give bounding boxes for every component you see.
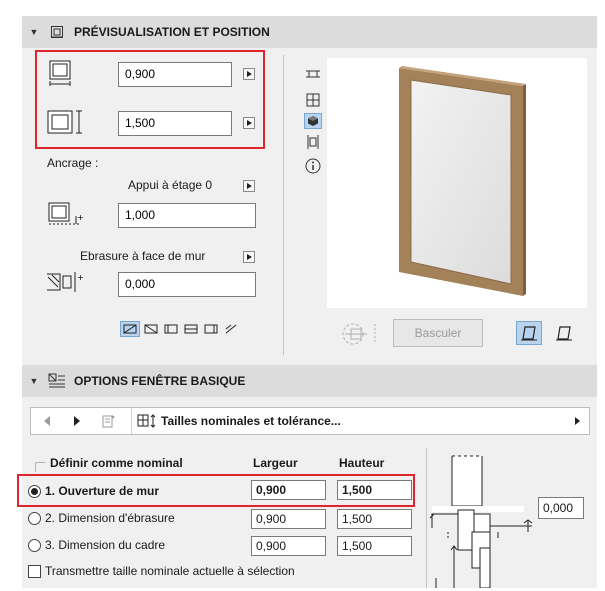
anchor-mode-arrow-icon[interactable] bbox=[243, 180, 255, 192]
section-view-icon[interactable] bbox=[304, 134, 322, 150]
width-icon bbox=[47, 59, 75, 90]
options-section-icon bbox=[46, 372, 68, 390]
anchor-label: Ancrage : bbox=[47, 156, 99, 170]
height-options-arrow-icon[interactable] bbox=[243, 117, 255, 129]
nav-separator bbox=[131, 408, 132, 434]
next-page-icon[interactable] bbox=[67, 411, 87, 431]
wall-section-diagram bbox=[428, 448, 540, 591]
orientation-icon-4[interactable] bbox=[182, 321, 200, 337]
anchor-value-input[interactable]: 1,000 bbox=[118, 203, 256, 228]
frame-dimension-label[interactable]: 3. Dimension du cadre bbox=[45, 538, 165, 552]
section-header-options[interactable]: ▼ OPTIONS FENÊTRE BASIQUE bbox=[22, 365, 597, 397]
wall-opening-width-input[interactable]: 0,900 bbox=[251, 480, 326, 500]
info-icon[interactable] bbox=[304, 158, 322, 174]
width-column-header: Largeur bbox=[253, 456, 298, 470]
group-box-edge bbox=[35, 462, 36, 472]
3d-view-icon[interactable] bbox=[304, 113, 322, 129]
group-box-line bbox=[35, 462, 45, 463]
page-dropdown-label[interactable]: Tailles nominales et tolérance... bbox=[161, 414, 341, 428]
wall-opening-height-input[interactable]: 1,500 bbox=[337, 480, 412, 500]
page-selector-bar[interactable]: Tailles nominales et tolérance... bbox=[30, 407, 590, 435]
orientation-icons-row bbox=[120, 321, 240, 339]
reveal-mode-arrow-icon[interactable] bbox=[243, 251, 255, 263]
anchor-mode-label[interactable]: Appui à étage 0 bbox=[128, 178, 212, 192]
orientation-icon-5[interactable] bbox=[202, 321, 220, 337]
window-3d-preview bbox=[327, 58, 587, 308]
section-header-preview[interactable]: ▼ PRÉVISUALISATION ET POSITION bbox=[22, 16, 597, 48]
reveal-offset-icon: + bbox=[44, 268, 86, 301]
collapse-triangle-icon[interactable]: ▼ bbox=[22, 27, 46, 37]
width-options-arrow-icon[interactable] bbox=[243, 68, 255, 80]
anchor-height-icon: + bbox=[46, 200, 86, 233]
nominal-size-icon bbox=[137, 411, 157, 431]
reveal-value-input[interactable]: 0,000 bbox=[118, 272, 256, 297]
collapse-triangle-icon[interactable]: ▼ bbox=[22, 376, 46, 386]
elevation-view-icon[interactable] bbox=[304, 66, 322, 82]
frame-dimension-height-input[interactable]: 1,500 bbox=[337, 536, 412, 556]
preview-section-icon bbox=[46, 23, 68, 41]
frame-dimension-radio[interactable] bbox=[28, 539, 41, 552]
transfer-nominal-checkbox[interactable] bbox=[28, 565, 41, 578]
section2-separator bbox=[426, 448, 427, 588]
page-list-icon[interactable] bbox=[99, 411, 119, 431]
orientation-icon-6[interactable] bbox=[222, 321, 240, 337]
orientation-icon-1[interactable] bbox=[120, 321, 140, 337]
width-input[interactable]: 0,900 bbox=[118, 62, 232, 87]
transfer-nominal-label[interactable]: Transmettre taille nominale actuelle à s… bbox=[45, 564, 295, 578]
height-input[interactable]: 1,500 bbox=[118, 111, 232, 136]
section-title-options: OPTIONS FENÊTRE BASIQUE bbox=[74, 374, 246, 388]
height-icon bbox=[45, 108, 91, 141]
mirror-left-icon[interactable] bbox=[516, 321, 542, 345]
svg-text:+: + bbox=[77, 273, 84, 282]
orientation-icon-3[interactable] bbox=[162, 321, 180, 337]
frame-dimension-width-input[interactable]: 0,900 bbox=[251, 536, 326, 556]
mirror-right-icon[interactable] bbox=[551, 321, 577, 345]
wall-opening-label[interactable]: 1. Ouverture de mur bbox=[45, 484, 159, 498]
section-title-preview: PRÉVISUALISATION ET POSITION bbox=[74, 25, 270, 39]
height-column-header: Hauteur bbox=[339, 456, 385, 470]
diagram-offset-input[interactable]: 0,000 bbox=[538, 497, 584, 519]
flip-button[interactable]: Basculer bbox=[393, 319, 483, 347]
reveal-dimension-radio[interactable] bbox=[28, 512, 41, 525]
dropdown-arrow-icon[interactable] bbox=[567, 411, 587, 431]
svg-text:+: + bbox=[77, 213, 84, 222]
orientation-icon-2[interactable] bbox=[142, 321, 160, 337]
define-nominal-label: Définir comme nominal bbox=[50, 456, 183, 470]
reveal-mode-label[interactable]: Ebrasure à face de mur bbox=[80, 249, 205, 263]
previous-page-icon[interactable] bbox=[37, 411, 57, 431]
flip-symbol-icon bbox=[337, 320, 383, 351]
reveal-dimension-height-input[interactable]: 1,500 bbox=[337, 509, 412, 529]
wall-opening-radio[interactable] bbox=[28, 485, 41, 498]
grid-view-icon[interactable] bbox=[304, 92, 322, 108]
reveal-dimension-label[interactable]: 2. Dimension d'ébrasure bbox=[45, 511, 175, 525]
section1-separator bbox=[283, 55, 284, 355]
reveal-dimension-width-input[interactable]: 0,900 bbox=[251, 509, 326, 529]
